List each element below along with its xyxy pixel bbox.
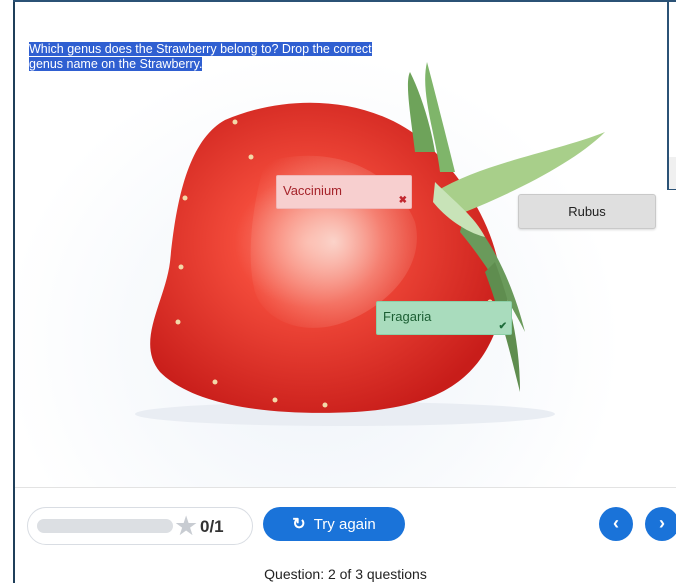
star-icon: ★	[174, 511, 199, 541]
draggable-label: Rubus	[568, 204, 606, 219]
chevron-right-icon: ›	[659, 513, 665, 533]
dropped-label-text: Fragaria	[383, 309, 432, 324]
next-question-button[interactable]: ›	[645, 507, 676, 541]
dropped-label-text: Vaccinium	[283, 183, 343, 198]
question-text: Which genus does the Strawberry belong t…	[29, 42, 372, 71]
try-again-button[interactable]: ↻ Try again	[263, 507, 405, 541]
score-progress-track	[37, 519, 173, 533]
score-bar: ★ 0/1	[27, 507, 253, 545]
popup-panel-button-edge	[667, 157, 676, 189]
footer-divider	[15, 487, 676, 488]
score-value: 0/1	[200, 517, 224, 536]
previous-question-button[interactable]: ‹	[599, 507, 633, 541]
refresh-icon: ↻	[292, 516, 306, 533]
question-progress: Question: 2 of 3 questions	[264, 566, 427, 582]
draggable-rubus[interactable]: Rubus	[518, 194, 656, 229]
strawberry-image	[135, 62, 605, 426]
correct-icon: ✔	[498, 321, 507, 332]
chevron-left-icon: ‹	[613, 513, 619, 533]
content-frame: Which genus does the Strawberry belong t…	[0, 0, 676, 583]
dropped-label-fragaria[interactable]: Fragaria ✔	[376, 301, 512, 335]
incorrect-icon: ✖	[398, 195, 407, 206]
try-again-label: Try again	[313, 515, 376, 533]
drag-drop-stage: Which genus does the Strawberry belong t…	[15, 2, 676, 487]
dropped-label-vaccinium[interactable]: Vaccinium ✖	[276, 175, 412, 209]
